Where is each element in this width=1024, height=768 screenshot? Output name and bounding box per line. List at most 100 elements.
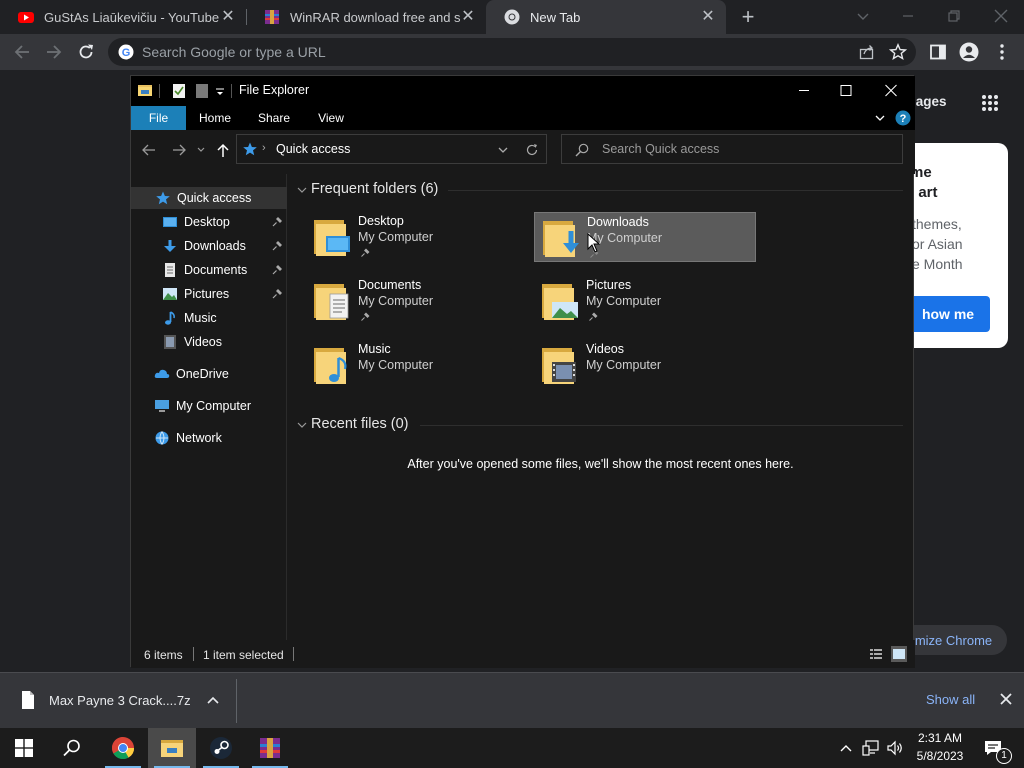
clock-time[interactable]: 2:31 AM — [912, 731, 968, 745]
taskbar-chrome-button[interactable] — [99, 728, 147, 768]
search-box[interactable]: Search Quick access — [561, 134, 903, 164]
notification-badge: 1 — [996, 748, 1012, 764]
customize-chrome-button[interactable]: mize Chrome — [900, 625, 1007, 655]
nav-item-desktop[interactable]: Desktop — [131, 211, 287, 233]
bookmark-star-icon[interactable] — [889, 43, 907, 61]
minimize-browser-button[interactable] — [900, 8, 916, 24]
taskbar-search-button[interactable] — [48, 728, 96, 768]
show-all-downloads-link[interactable]: Show all — [926, 692, 975, 707]
arrow-left-icon — [14, 45, 29, 59]
close-browser-button[interactable] — [992, 7, 1010, 25]
arrow-up-icon — [217, 143, 229, 157]
arrow-right-icon — [47, 45, 62, 59]
nav-item-documents[interactable]: Documents — [131, 259, 287, 281]
star-icon — [243, 142, 257, 156]
explorer-back-button[interactable] — [140, 141, 158, 159]
close-tab-icon[interactable]: ✕ — [700, 9, 716, 25]
nav-label: My Computer — [176, 399, 252, 413]
explorer-forward-button[interactable] — [170, 141, 188, 159]
nav-item-videos[interactable]: Videos — [131, 331, 287, 353]
notification-center-button[interactable]: 1 — [978, 728, 1018, 768]
desktop-folder-icon — [314, 220, 350, 256]
details-view-icon[interactable] — [869, 647, 883, 661]
nav-item-onedrive[interactable]: OneDrive — [131, 363, 287, 385]
folder-tile-documents[interactable]: Documents My Computer — [306, 276, 528, 326]
back-button[interactable] — [12, 42, 32, 62]
tab-search-icon[interactable] — [855, 8, 871, 24]
nav-item-pictures[interactable]: Pictures — [131, 283, 287, 305]
share-icon[interactable] — [858, 43, 876, 61]
large-icons-view-icon[interactable] — [891, 646, 907, 662]
taskbar-winrar-button[interactable] — [246, 728, 294, 768]
close-explorer-button[interactable] — [876, 76, 906, 106]
folder-name: Videos — [586, 342, 624, 356]
profile-avatar[interactable] — [959, 42, 979, 62]
forward-button[interactable] — [44, 42, 64, 62]
browser-menu-button[interactable] — [994, 43, 1010, 61]
close-tab-icon[interactable]: ✕ — [220, 9, 236, 25]
nav-item-network[interactable]: Network — [131, 427, 287, 449]
folder-tile-videos[interactable]: Videos My Computer — [534, 340, 756, 390]
minimize-explorer-button[interactable] — [789, 76, 819, 106]
folder-tile-music[interactable]: Music My Computer — [306, 340, 528, 390]
tab-winrar[interactable]: WinRAR download free and supp ✕ — [246, 0, 486, 34]
close-shelf-icon[interactable] — [999, 692, 1013, 706]
reload-button[interactable] — [76, 42, 96, 62]
show-me-button[interactable]: how me — [906, 296, 990, 332]
download-options-icon[interactable] — [206, 695, 220, 705]
desktop-icon — [163, 217, 177, 227]
nav-item-downloads[interactable]: Downloads — [131, 235, 287, 257]
taskbar-steam-button[interactable] — [197, 728, 245, 768]
tab-new-tab[interactable]: New Tab ✕ — [486, 0, 726, 34]
new-tab-button[interactable]: + — [736, 5, 760, 29]
group-divider — [448, 190, 903, 191]
address-bar[interactable]: › Quick access — [236, 134, 547, 164]
qat-divider — [231, 84, 232, 98]
maximize-explorer-button[interactable] — [831, 76, 861, 106]
recent-locations-button[interactable] — [196, 145, 206, 155]
videos-icon — [164, 335, 176, 349]
qat-dropdown-icon[interactable] — [215, 87, 225, 97]
collapse-group-icon[interactable] — [296, 184, 308, 196]
folder-tile-desktop[interactable]: Desktop My Computer — [306, 212, 528, 262]
recent-files-header[interactable]: Recent files (0) — [311, 416, 409, 432]
help-icon[interactable]: ? — [895, 110, 911, 126]
explorer-title-bar[interactable]: File Explorer — [131, 76, 915, 106]
restore-browser-button[interactable] — [946, 8, 962, 24]
download-filename[interactable]: Max Payne 3 Crack....7z — [49, 693, 191, 708]
steam-icon — [210, 737, 232, 759]
promo-desc-line-1: themes, — [912, 216, 962, 232]
nav-item-music[interactable]: Music — [131, 307, 287, 329]
ribbon-tab-view[interactable]: View — [306, 106, 356, 130]
show-hidden-icons-icon[interactable] — [839, 742, 853, 754]
kebab-menu-icon — [1000, 44, 1004, 60]
tab-title: WinRAR download free and supp — [290, 9, 460, 25]
expand-ribbon-icon[interactable] — [874, 112, 886, 124]
apps-grid-icon[interactable] — [980, 93, 1000, 113]
new-folder-icon[interactable] — [195, 83, 209, 99]
nav-item-my-computer[interactable]: My Computer — [131, 395, 287, 417]
frequent-folders-header[interactable]: Frequent folders (6) — [311, 181, 438, 197]
network-icon[interactable] — [862, 739, 880, 757]
ribbon-tab-share[interactable]: Share — [249, 106, 299, 130]
tab-youtube[interactable]: GuStAs Liaūkevičiu - YouTube ✕ — [0, 0, 246, 34]
clock-date[interactable]: 5/8/2023 — [912, 749, 968, 763]
ribbon-tab-file[interactable]: File — [131, 106, 186, 130]
folder-tile-pictures[interactable]: Pictures My Computer — [534, 276, 756, 326]
ribbon-tab-home[interactable]: Home — [190, 106, 240, 130]
taskbar-file-explorer-button[interactable] — [148, 728, 196, 768]
up-button[interactable] — [214, 141, 232, 159]
side-panel-icon[interactable] — [929, 43, 947, 61]
folder-tile-downloads[interactable]: Downloads My Computer — [534, 212, 756, 262]
nav-item-quick-access[interactable]: Quick access — [131, 187, 287, 209]
volume-icon[interactable] — [886, 739, 904, 757]
refresh-icon[interactable] — [525, 143, 539, 157]
close-tab-icon[interactable]: ✕ — [460, 9, 476, 25]
address-dropdown-icon[interactable] — [497, 144, 509, 156]
windows-logo-icon — [15, 739, 33, 757]
folder-location: My Computer — [358, 358, 434, 372]
start-button[interactable] — [0, 728, 48, 768]
collapse-group-icon[interactable] — [296, 419, 308, 431]
qat-divider — [159, 84, 160, 98]
properties-icon[interactable] — [172, 83, 186, 99]
